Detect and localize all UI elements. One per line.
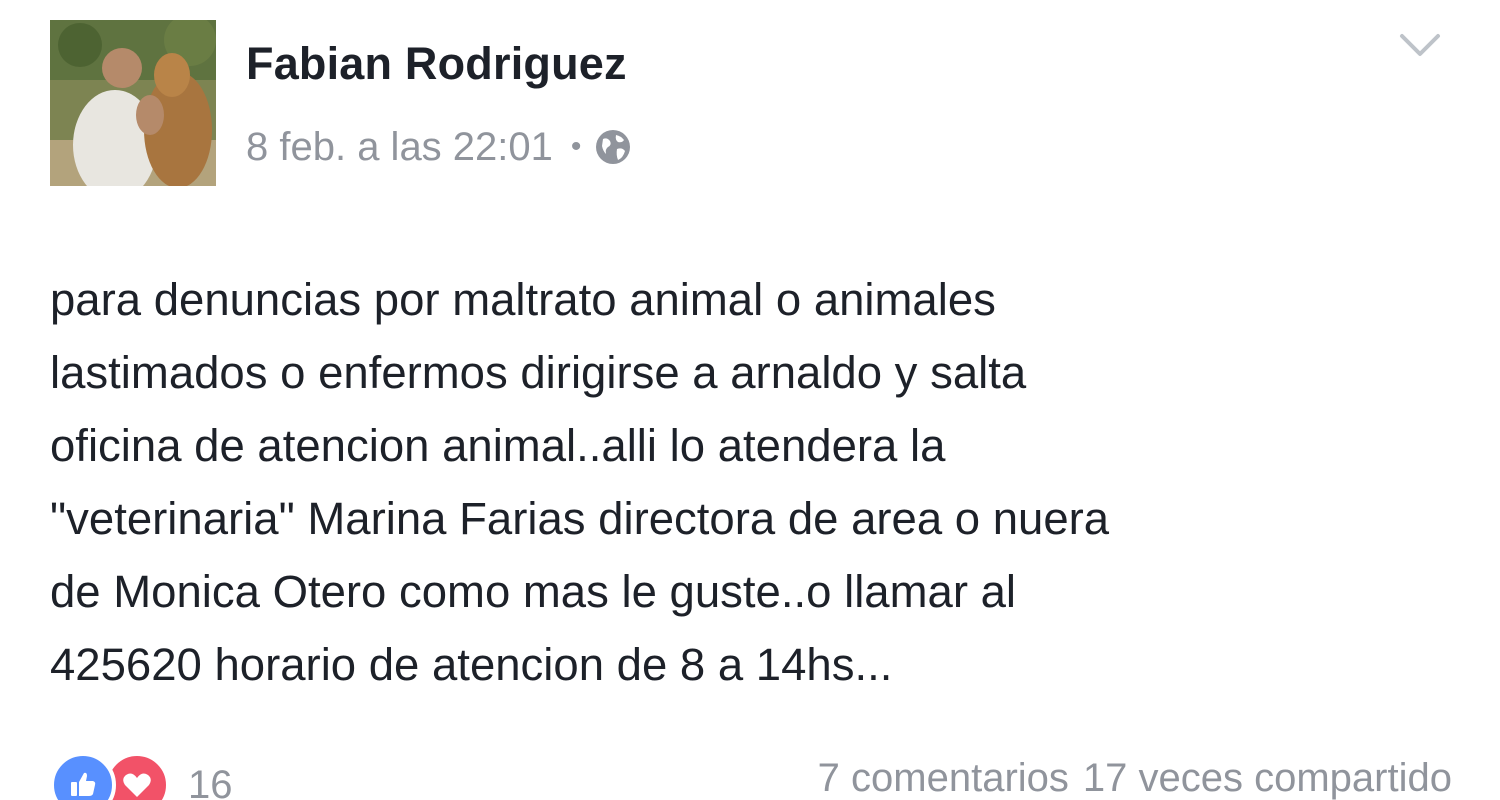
meta-separator: • [570,130,582,163]
facebook-post: Fabian Rodriguez 8 feb. a las 22:01 • pa… [0,0,1500,800]
timestamp[interactable]: 8 feb. a las 22:01 [246,125,553,170]
engagement-counts: 7 comentarios 17 veces compartido [818,756,1452,800]
comments-count-link[interactable]: 7 comentarios [818,756,1069,800]
post-meta: 8 feb. a las 22:01 • [246,122,633,172]
avatar-photo [50,20,216,186]
reactions-summary[interactable]: 16 [50,752,233,800]
avatar[interactable] [50,20,216,186]
like-icon [50,752,116,800]
reaction-count: 16 [188,762,233,800]
post-footer: 16 7 comentarios 17 veces compartido [0,740,1500,800]
post-text: para denuncias por maltrato animal o ani… [50,274,1110,690]
globe-icon[interactable] [593,127,633,167]
chevron-down-icon[interactable] [1398,30,1442,60]
shares-count-link[interactable]: 17 veces compartido [1083,756,1452,800]
author-name[interactable]: Fabian Rodriguez [246,38,627,90]
